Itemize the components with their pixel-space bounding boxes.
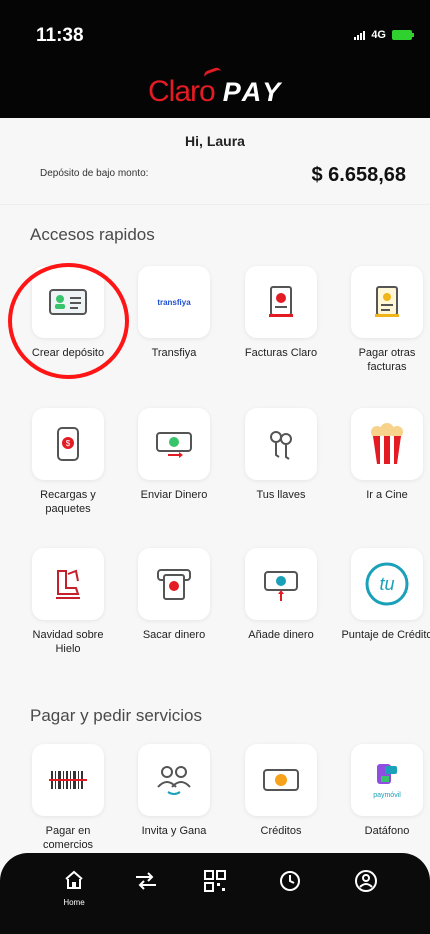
tile-label: Transfiya [151, 347, 197, 359]
tile-label: Facturas Claro [244, 347, 318, 359]
transfer-arrows-icon [136, 872, 156, 890]
send-money-icon [138, 408, 210, 480]
tile-tus-llaves[interactable]: Tus llaves [233, 408, 329, 502]
tile-label: Datáfono [364, 825, 410, 837]
transfiya-icon: transfiya [138, 266, 210, 338]
tile-pagar-otras-facturas[interactable]: Pagar otras facturas [339, 266, 430, 374]
services-title: Pagar y pedir servicios [30, 706, 202, 725]
tile-label: Sacar dinero [142, 629, 206, 641]
withdraw-icon [138, 548, 210, 620]
tile-label: Pagar otras facturas [358, 347, 416, 373]
keys-icon [245, 408, 317, 480]
tile-label: Ir a Cine [366, 489, 408, 501]
tu-logo-text: tu [379, 574, 394, 594]
bottom-navigation: Home [0, 853, 430, 934]
tile-navidad[interactable]: Navidad sobre Hielo [20, 548, 116, 656]
tile-label: Navidad sobre Hielo [32, 629, 104, 655]
status-indicators: 4G [354, 29, 414, 41]
invite-icon [138, 744, 210, 816]
ice-skate-icon [32, 548, 104, 620]
claro-pay-logo: Claro PAY [148, 66, 284, 109]
home-label: Home [63, 898, 85, 907]
greeting: Hi, Laura [185, 133, 245, 149]
popcorn-icon [351, 408, 423, 480]
profile-icon [355, 870, 377, 892]
home-icon [65, 870, 83, 889]
nav-transfer[interactable] [126, 869, 166, 898]
add-money-icon [245, 548, 317, 620]
top-header: 11:38 4G Claro PAY [0, 0, 430, 118]
clock-icon [280, 871, 300, 891]
tile-label: Añade dinero [248, 629, 314, 641]
tile-label: Recargas y paquetes [40, 489, 96, 515]
tile-anade-dinero[interactable]: Añade dinero [233, 548, 329, 642]
receipt-icon [351, 266, 423, 338]
tile-enviar-dinero[interactable]: Enviar Dinero [126, 408, 222, 502]
divider [0, 204, 430, 205]
tile-pagar-comercios[interactable]: Pagar en comercios [20, 744, 116, 852]
tile-sacar-dinero[interactable]: Sacar dinero [126, 548, 222, 642]
status-time: 11:38 [36, 25, 84, 46]
balance-value: $ 6.658,68 [311, 164, 406, 186]
battery-icon [392, 30, 414, 40]
transfiya-logo-text: transfiya [157, 297, 191, 307]
tile-label: Tus llaves [256, 489, 306, 501]
tile-recargas[interactable]: $ Recargas y paquetes [20, 408, 116, 516]
signal-icon [354, 30, 366, 40]
tile-label: Invita y Gana [141, 825, 207, 837]
logo-claro-text: Claro [148, 75, 216, 108]
phone-recharge-icon: $ [32, 408, 104, 480]
paymovil-icon: paymóvil [351, 744, 423, 816]
tile-label: Enviar Dinero [140, 489, 208, 501]
balance-label: Depósito de bajo monto: [40, 168, 149, 179]
tile-label: Créditos [260, 825, 302, 837]
tile-datafono[interactable]: paymóvil Datáfono [339, 744, 430, 838]
nav-qr[interactable] [195, 869, 235, 898]
tile-creditos[interactable]: Créditos [233, 744, 329, 838]
network-type: 4G [371, 29, 386, 41]
tile-label: Pagar en comercios [42, 825, 94, 851]
nav-history[interactable] [270, 869, 310, 898]
tile-invita-gana[interactable]: Invita y Gana [126, 744, 222, 838]
tile-puntaje-credito[interactable]: tu Puntaje de Crédito [339, 548, 430, 642]
logo-wave-icon [202, 66, 224, 83]
tile-ir-a-cine[interactable]: Ir a Cine [339, 408, 430, 502]
bill-icon [245, 266, 317, 338]
tile-transfiya[interactable]: transfiya Transfiya [126, 266, 222, 360]
barcode-icon [32, 744, 104, 816]
tu-credit-icon: tu [351, 548, 423, 620]
highlight-circle [8, 263, 129, 379]
tile-label: Puntaje de Crédito [341, 629, 430, 641]
qr-code-icon [204, 870, 226, 892]
svg-text:$: $ [66, 439, 71, 448]
nav-profile[interactable] [346, 869, 386, 898]
logo-pay-text: PAY [222, 77, 284, 107]
nav-home[interactable]: Home [54, 869, 94, 907]
credit-icon [245, 744, 317, 816]
paymovil-logo-text: paymóvil [373, 791, 401, 799]
quick-access-title: Accesos rapidos [30, 225, 155, 244]
tile-facturas-claro[interactable]: Facturas Claro [233, 266, 329, 360]
